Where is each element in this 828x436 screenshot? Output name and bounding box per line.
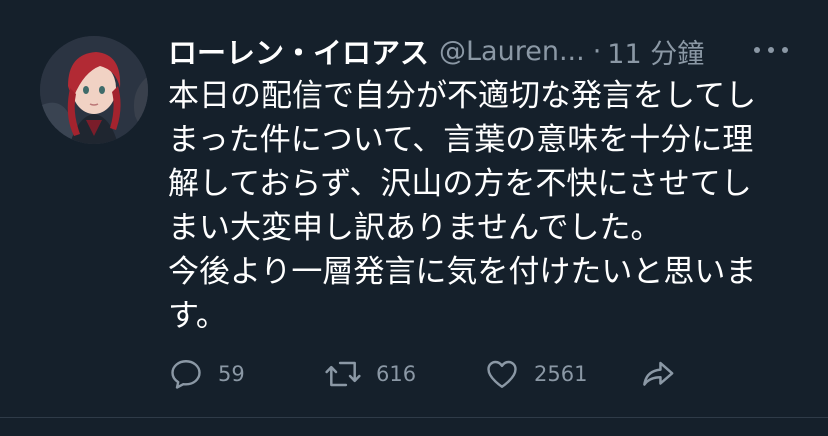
like-icon xyxy=(487,360,517,388)
like-button[interactable]: 2561 xyxy=(484,352,587,396)
like-count: 2561 xyxy=(534,362,588,386)
more-dot xyxy=(754,47,760,53)
tweet-text-line: 本日の配信で自分が不適切な発言をしてし xyxy=(168,78,757,114)
reply-button[interactable]: 59 xyxy=(168,352,245,396)
tweet-text-line: す。 xyxy=(168,298,227,334)
tweet-text-line: まい大変申し訳ありませんでした。 xyxy=(168,210,662,246)
more-dot xyxy=(782,47,788,53)
separator-dot: · xyxy=(592,35,602,67)
avatar[interactable] xyxy=(40,36,148,144)
action-bar: 59 616 2561 xyxy=(168,352,708,396)
avatar-image xyxy=(40,36,148,144)
tweet-text-line: 解しておらず、沢山の方を不快にさせてし xyxy=(168,166,752,202)
user-handle[interactable]: @Lauren... xyxy=(439,36,585,67)
divider xyxy=(0,417,828,418)
share-button[interactable] xyxy=(640,352,678,396)
share-icon xyxy=(643,361,674,386)
tweet-card[interactable]: ローレン・イロアス @Lauren... · 11 分鐘 本日の配信で自分が不適… xyxy=(0,0,828,436)
tweet-header: ローレン・イロアス @Lauren... · 11 分鐘 xyxy=(168,30,788,72)
reply-icon xyxy=(171,360,201,389)
reply-count: 59 xyxy=(218,362,245,386)
display-name[interactable]: ローレン・イロアス xyxy=(168,30,429,72)
retweet-button[interactable]: 616 xyxy=(324,352,416,396)
tweet-text-line: 今後より一層発言に気を付けたいと思いま xyxy=(168,254,757,290)
tweet-timestamp[interactable]: 11 分鐘 xyxy=(607,32,704,71)
more-icon[interactable] xyxy=(754,40,788,60)
retweet-count: 616 xyxy=(376,362,417,386)
retweet-icon xyxy=(325,361,361,387)
tweet-text: 本日の配信で自分が不適切な発言をしてし まった件について、言葉の意味を十分に理 … xyxy=(168,74,788,338)
tweet-text-line: まった件について、言葉の意味を十分に理 xyxy=(168,122,754,158)
more-dot xyxy=(768,47,774,53)
